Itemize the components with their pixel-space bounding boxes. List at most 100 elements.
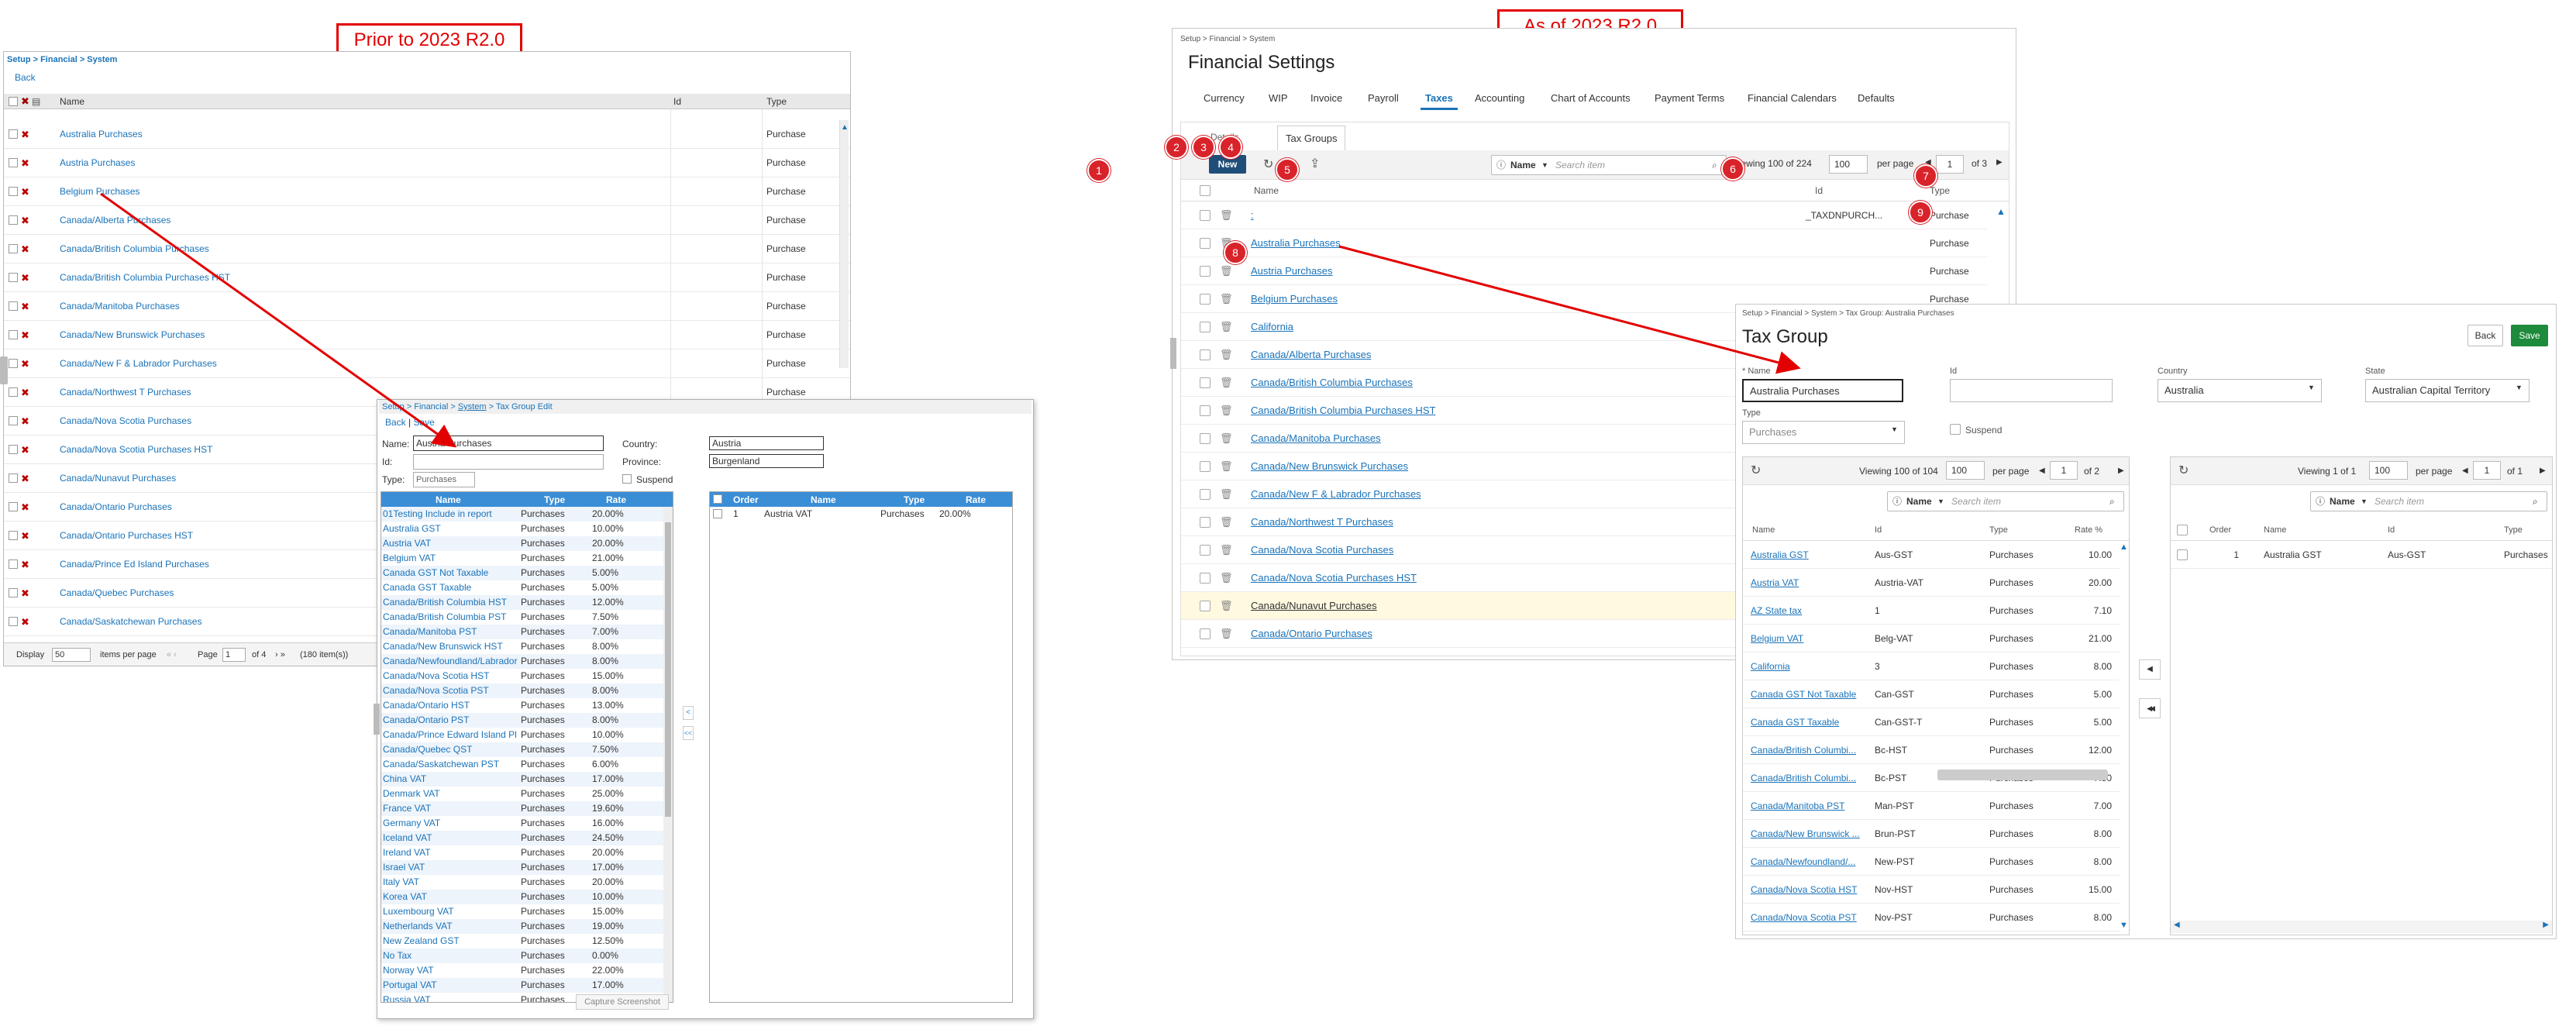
delete-icon[interactable]: ✖: [21, 579, 29, 608]
row-checkbox[interactable]: [9, 502, 18, 511]
table-row[interactable]: 🗑 Austria Purchases Purchase: [1181, 257, 1987, 285]
table-row[interactable]: ✖ Canada/British Columbia Purchases Purcha…: [4, 235, 850, 263]
refresh-icon[interactable]: ↻: [2178, 457, 2189, 485]
side-collapse-handle[interactable]: [0, 356, 8, 384]
province-select[interactable]: Burgenland: [709, 454, 824, 468]
page-input[interactable]: 1: [222, 648, 246, 662]
tab-financial-calendars[interactable]: Financial Calendars: [1748, 92, 1837, 104]
search-field-select[interactable]: Name: [2330, 492, 2355, 511]
table-row[interactable]: Canada/Ontario HST Purchases 13.00%: [381, 698, 673, 713]
table-row[interactable]: Australia GST Purchases 10.00%: [381, 522, 673, 536]
col-name[interactable]: Name: [2264, 519, 2286, 541]
trash-icon[interactable]: 🗑: [1220, 453, 1233, 480]
row-name[interactable]: Israel VAT: [383, 860, 519, 875]
table-row[interactable]: Canada/Quebec QST Purchases 7.50%: [381, 742, 673, 757]
row-name[interactable]: Canada GST Taxable: [1751, 708, 1867, 736]
table-row[interactable]: Canada GST Not Taxable Purchases 5.00%: [381, 566, 673, 580]
row-name[interactable]: Norway VAT: [383, 963, 519, 978]
search-field-select[interactable]: Name: [1510, 156, 1536, 174]
row-name[interactable]: Canada/Nova Scotia Purchases: [60, 407, 191, 436]
type-select[interactable]: Purchases: [1742, 421, 1905, 444]
row-name[interactable]: Canada/Quebec QST: [383, 742, 519, 757]
next-page-button[interactable]: ▶: [2540, 457, 2546, 485]
col-id[interactable]: Id: [1815, 180, 1823, 201]
row-name[interactable]: China VAT: [383, 772, 519, 787]
suspend-checkbox[interactable]: [1950, 424, 1961, 435]
row-name[interactable]: Canada/Northwest T Purchases: [1251, 508, 1393, 536]
columns-icon[interactable]: ▤: [32, 96, 40, 107]
row-name[interactable]: Canada/British Columbi...: [1751, 764, 1867, 792]
delete-icon[interactable]: ✖: [21, 292, 29, 321]
row-checkbox[interactable]: [1200, 461, 1211, 472]
table-row[interactable]: Norway VAT Purchases 22.00%: [381, 963, 673, 978]
row-name[interactable]: Germany VAT: [383, 816, 519, 831]
col-id[interactable]: Id: [1875, 519, 1882, 541]
tab-accounting[interactable]: Accounting: [1475, 92, 1524, 104]
row-checkbox[interactable]: [9, 588, 18, 597]
table-row[interactable]: ✖ Belgium Purchases Purchase: [4, 177, 850, 206]
row-name[interactable]: Canada/Ontario PST: [383, 713, 519, 728]
side-collapse-handle[interactable]: [374, 704, 380, 735]
table-row[interactable]: Australia GST Aus-GST Purchases 10.00: [1743, 541, 2120, 569]
row-name[interactable]: Canada/Ontario Purchases: [1251, 620, 1372, 648]
col-name[interactable]: Name: [1254, 180, 1279, 201]
trash-icon[interactable]: 🗑: [1220, 564, 1233, 592]
row-name[interactable]: Australia Purchases: [60, 120, 143, 149]
table-row[interactable]: Canada/Nova Scotia PST Purchases 8.00%: [381, 683, 673, 698]
table-row[interactable]: Germany VAT Purchases 16.00%: [381, 816, 673, 831]
scrollbar[interactable]: ▲ ▼: [2120, 542, 2129, 930]
row-name[interactable]: Canada/Newfoundland/Labrador: [383, 654, 519, 669]
prev-page-button[interactable]: ◀: [2039, 457, 2045, 485]
search-input[interactable]: Search item: [1555, 156, 1605, 174]
trash-icon[interactable]: 🗑: [1220, 313, 1233, 341]
row-name[interactable]: Canada/Nova Scotia Purchases HST: [1251, 564, 1417, 592]
page-input[interactable]: 1: [2473, 461, 2501, 480]
table-row[interactable]: ✖ Canada/New Brunswick Purchases Purchase: [4, 321, 850, 349]
next-page-button[interactable]: › »: [275, 643, 285, 666]
country-select[interactable]: Austria: [709, 436, 824, 450]
row-name[interactable]: Canada/Prince Edward Island Pl: [383, 728, 519, 742]
scrollbar[interactable]: ▲: [1996, 206, 2006, 299]
tab-wip[interactable]: WIP: [1269, 92, 1288, 104]
select-all-checkbox[interactable]: [1200, 185, 1211, 196]
table-row[interactable]: Korea VAT Purchases 10.00%: [381, 890, 673, 904]
side-collapse-handle[interactable]: [1170, 338, 1176, 369]
page-input[interactable]: 1: [1936, 155, 1964, 174]
delete-icon[interactable]: ✖: [21, 120, 29, 149]
table-row[interactable]: Canada/British Columbi... Bc-HST Purchases…: [1743, 736, 2120, 764]
table-row[interactable]: Canada/Nova Scotia HST Purchases 15.00%: [381, 669, 673, 683]
col-name[interactable]: Name: [60, 96, 84, 107]
delete-icon[interactable]: ✖: [21, 464, 29, 493]
move-all-button[interactable]: ◀◀: [2139, 698, 2161, 718]
delete-all-icon[interactable]: ✖: [21, 95, 29, 108]
table-row[interactable]: ✖ Canada/New F & Labrador Purchases Purcha…: [4, 349, 850, 378]
row-name[interactable]: Canada/Manitoba Purchases: [60, 292, 180, 321]
row-name[interactable]: Australia Purchases: [1251, 229, 1341, 257]
tab-tax-groups[interactable]: Tax Groups: [1277, 126, 1346, 150]
row-name[interactable]: Canada/New Brunswick Purchases: [60, 321, 205, 349]
table-row[interactable]: Ireland VAT Purchases 20.00%: [381, 845, 673, 860]
id-input[interactable]: [413, 454, 604, 470]
row-checkbox[interactable]: [9, 359, 18, 368]
row-name[interactable]: Canada/Ontario Purchases HST: [60, 522, 193, 550]
scrollbar[interactable]: ▲: [839, 120, 849, 368]
trash-icon[interactable]: 🗑: [1220, 592, 1233, 620]
search-box[interactable]: ⓘ Name ▼ Search item ⌕: [1887, 491, 2124, 511]
row-name[interactable]: Belgium VAT: [383, 551, 519, 566]
row-checkbox[interactable]: [1200, 489, 1211, 500]
trash-icon[interactable]: 🗑: [1220, 285, 1233, 313]
row-name[interactable]: Portugal VAT: [383, 978, 519, 993]
col-type[interactable]: Type: [2504, 519, 2523, 541]
trash-icon[interactable]: 🗑: [1220, 536, 1233, 564]
row-name[interactable]: Canada/Saskatchewan PST: [383, 757, 519, 772]
trash-icon[interactable]: 🗑: [1220, 201, 1233, 229]
table-row[interactable]: Canada GST Taxable Purchases 5.00%: [381, 580, 673, 595]
row-name[interactable]: California: [1251, 313, 1293, 341]
row-name[interactable]: California: [1751, 652, 1867, 680]
first-page-button[interactable]: « ‹: [167, 643, 177, 666]
state-select[interactable]: Australian Capital Territory: [2365, 379, 2530, 402]
table-row[interactable]: Italy VAT Purchases 20.00%: [381, 875, 673, 890]
table-row[interactable]: Luxembourg VAT Purchases 15.00%: [381, 904, 673, 919]
row-name[interactable]: Luxembourg VAT: [383, 904, 519, 919]
trash-icon[interactable]: 🗑: [1220, 425, 1233, 453]
